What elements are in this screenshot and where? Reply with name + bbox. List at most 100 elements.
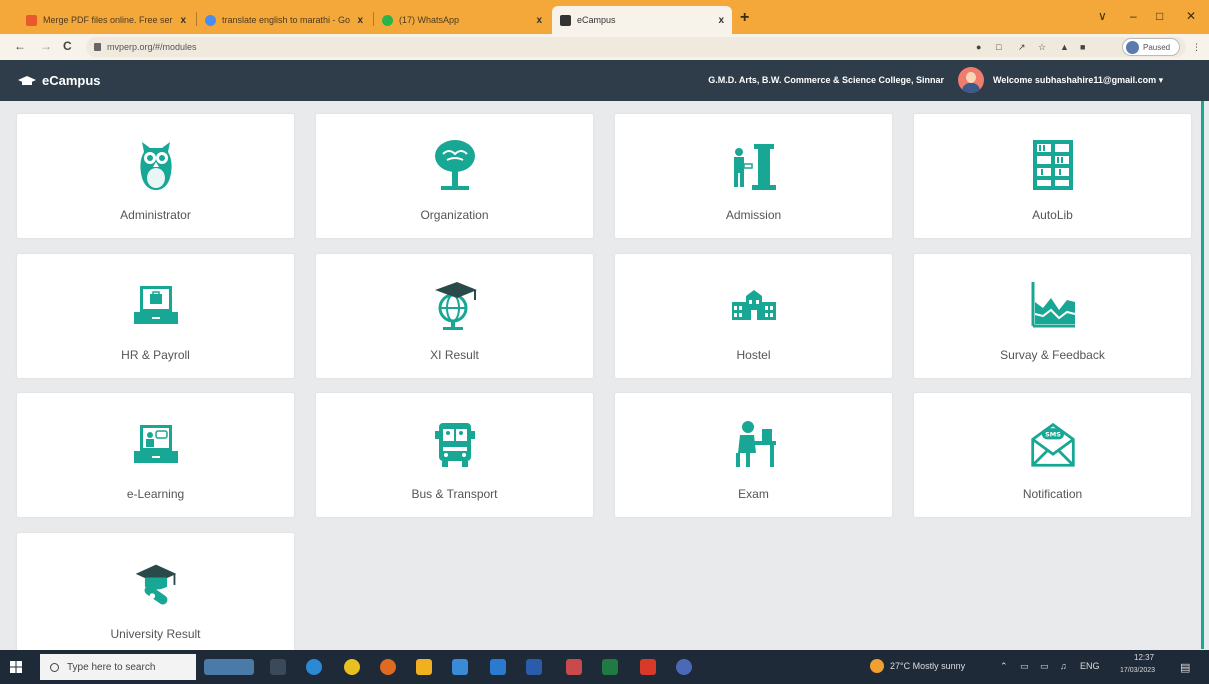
task-view-icon[interactable] xyxy=(270,659,286,675)
browser-tab-strip: Merge PDF files online. Free ser x trans… xyxy=(0,0,1209,34)
module-card-autolib[interactable]: AutoLib xyxy=(914,114,1191,238)
mail-icon[interactable] xyxy=(490,659,506,675)
browser-tab-translate[interactable]: translate english to marathi - Go x xyxy=(197,6,371,34)
reload-icon[interactable]: C xyxy=(63,39,72,53)
tab-title: eCampus xyxy=(577,15,616,25)
sidebar-icon[interactable]: ■ xyxy=(1080,42,1085,52)
close-tab-icon[interactable]: x xyxy=(357,15,363,26)
bookmark-star-icon[interactable]: ☆ xyxy=(1038,42,1046,53)
module-label: Exam xyxy=(738,487,769,501)
module-label: XI Result xyxy=(430,347,479,362)
laptop-briefcase-icon xyxy=(132,278,180,332)
extensions-icon[interactable]: ▲ xyxy=(1060,42,1069,52)
weather-text[interactable]: 27°C Mostly sunny xyxy=(890,661,965,671)
bus-icon xyxy=(431,417,479,471)
file-explorer-icon[interactable] xyxy=(416,659,432,675)
module-card-bus-transport[interactable]: Bus & Transport xyxy=(316,393,593,517)
module-card-hostel[interactable]: Hostel xyxy=(615,253,892,378)
globe-graduation-cap-icon xyxy=(431,278,479,332)
google-icon xyxy=(205,14,216,26)
paint-icon[interactable] xyxy=(566,659,582,675)
tab-search-icon[interactable]: ∨ xyxy=(1098,9,1107,23)
taskbar-search[interactable]: Type here to search xyxy=(40,654,196,680)
tray-chevron-icon[interactable]: ⌃ xyxy=(1000,661,1008,672)
back-arrow-icon[interactable]: ← xyxy=(14,39,26,53)
lock-icon xyxy=(94,43,101,51)
building-icon xyxy=(730,278,778,332)
module-label: HR & Payroll xyxy=(121,347,190,362)
weather-icon xyxy=(870,659,884,673)
area-chart-icon xyxy=(1029,278,1077,332)
pdf-icon xyxy=(26,14,37,26)
network-icon[interactable]: ▭ xyxy=(1020,661,1029,672)
close-tab-icon[interactable]: x xyxy=(718,15,724,26)
store-icon[interactable] xyxy=(452,659,468,675)
firefox-icon[interactable] xyxy=(380,659,396,675)
profile-button[interactable]: Paused xyxy=(1122,38,1180,56)
module-card-e-learning[interactable]: e-Learning xyxy=(17,393,294,517)
admission-desk-icon xyxy=(730,138,778,192)
browser-menu-icon[interactable]: ⋮ xyxy=(1192,42,1201,53)
chrome-profile-icon[interactable] xyxy=(676,659,692,675)
graduation-cap-diploma-icon xyxy=(132,557,180,611)
brand-logo[interactable]: eCampus xyxy=(18,73,101,88)
module-card-organization[interactable]: Organization xyxy=(316,114,593,238)
browser-tab-merge-pdf[interactable]: Merge PDF files online. Free ser x xyxy=(18,6,194,34)
module-card-exam[interactable]: Exam xyxy=(615,393,892,517)
acrobat-icon[interactable] xyxy=(640,659,656,675)
volume-icon[interactable]: ♫ xyxy=(1060,661,1067,671)
owl-icon xyxy=(132,138,180,192)
key-icon[interactable]: ● xyxy=(976,42,981,52)
module-card-admission[interactable]: Admission xyxy=(615,114,892,238)
search-icon xyxy=(50,662,59,672)
module-card-survay-feedback[interactable]: Survay & Feedback xyxy=(914,253,1191,378)
translate-icon[interactable]: □ xyxy=(996,42,1001,52)
library-shelf-icon xyxy=(1029,138,1077,192)
minimize-button[interactable]: – xyxy=(1130,9,1137,23)
module-label: e-Learning xyxy=(126,487,185,501)
user-avatar[interactable] xyxy=(958,67,984,93)
ecampus-icon xyxy=(560,14,571,26)
module-label: Hostel xyxy=(736,347,771,362)
module-card-notification[interactable]: SMS Notification xyxy=(914,393,1191,517)
module-card-administrator[interactable]: Administrator xyxy=(17,114,294,238)
profile-avatar-icon xyxy=(1126,40,1139,54)
chrome-icon[interactable] xyxy=(344,659,360,675)
module-label: Survay & Feedback xyxy=(1000,347,1105,362)
windows-start-icon[interactable] xyxy=(10,661,22,673)
module-card-xi-result[interactable]: XI Result xyxy=(316,253,593,378)
module-label: AutoLib xyxy=(1032,208,1073,222)
browser-tab-ecampus[interactable]: eCampus x xyxy=(552,6,732,34)
module-label: Organization xyxy=(420,208,489,222)
forward-arrow-icon[interactable]: → xyxy=(40,39,52,53)
tab-title: Merge PDF files online. Free ser xyxy=(43,15,173,25)
language-indicator[interactable]: ENG xyxy=(1080,661,1100,671)
module-label: Administrator xyxy=(120,208,191,222)
word-icon[interactable] xyxy=(526,659,542,675)
clock-date[interactable]: 17/03/2023 xyxy=(1120,667,1155,674)
user-menu[interactable]: Welcome subhashahire11@gmail.com ▾ xyxy=(993,75,1163,86)
new-tab-button[interactable]: + xyxy=(740,9,749,27)
browser-tab-whatsapp[interactable]: (17) WhatsApp x xyxy=(374,6,550,34)
tab-title: translate english to marathi - Go xyxy=(222,15,351,25)
excel-icon[interactable] xyxy=(602,659,618,675)
graduation-cap-icon xyxy=(18,75,36,85)
landscape-widget-icon[interactable] xyxy=(204,659,254,675)
notifications-icon[interactable]: ▤ xyxy=(1180,661,1190,674)
module-card-university-result[interactable]: University Result xyxy=(17,532,294,657)
clock-time[interactable]: 12:37 xyxy=(1134,653,1154,662)
close-tab-icon[interactable]: x xyxy=(536,15,542,26)
brand-name: eCampus xyxy=(42,73,101,88)
restore-button[interactable]: □ xyxy=(1156,9,1163,23)
module-card-hr-payroll[interactable]: HR & Payroll xyxy=(17,253,294,378)
student-desk-icon xyxy=(730,417,778,471)
share-icon[interactable]: ↗ xyxy=(1018,42,1026,53)
close-tab-icon[interactable]: x xyxy=(180,15,186,26)
edge-icon[interactable] xyxy=(306,659,322,675)
module-label: University Result xyxy=(110,626,201,641)
display-icon[interactable]: ▭ xyxy=(1040,661,1049,672)
tree-icon xyxy=(431,138,479,192)
close-window-button[interactable]: ✕ xyxy=(1186,9,1196,23)
scrollbar[interactable] xyxy=(1201,101,1204,649)
url-text: mvperp.org/#/modules xyxy=(107,42,197,52)
